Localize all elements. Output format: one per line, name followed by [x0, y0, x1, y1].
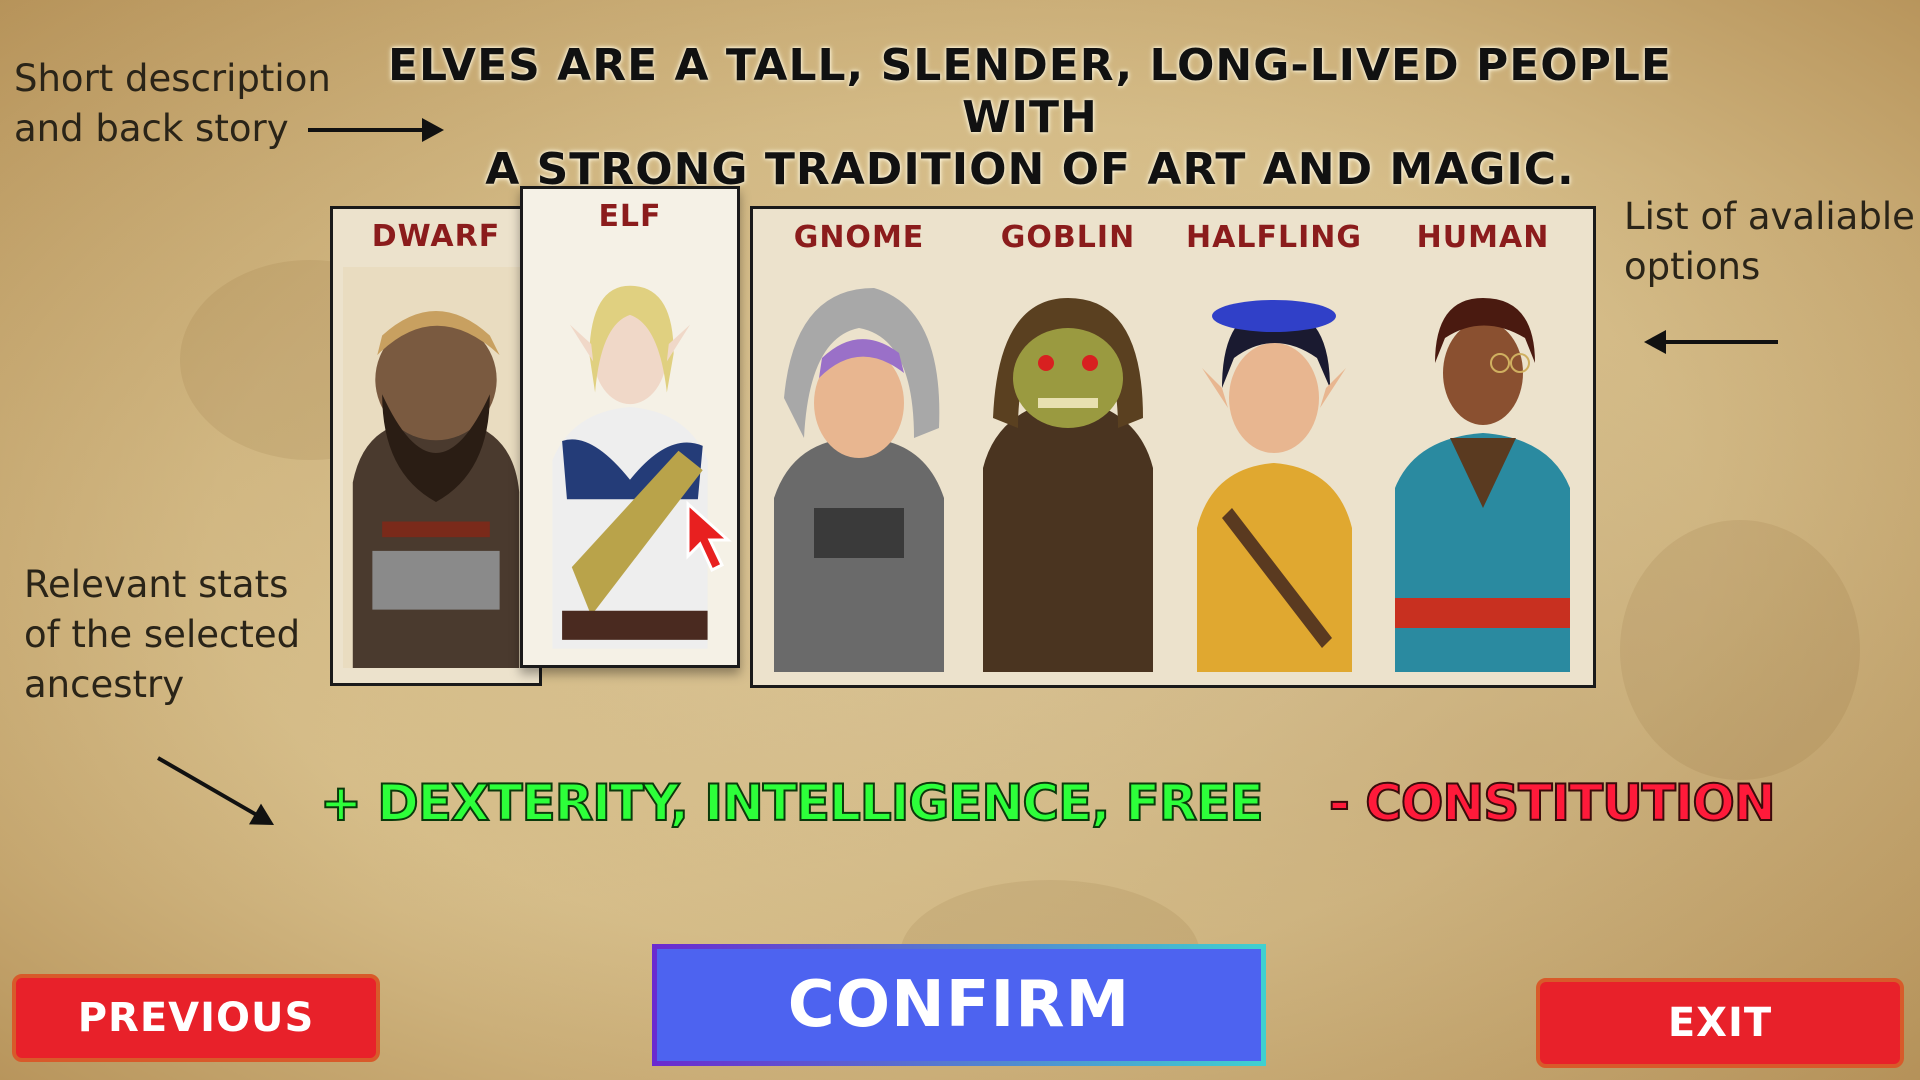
annotation-line: ancestry: [24, 663, 185, 706]
gnome-portrait: [764, 268, 954, 672]
ancestry-label: GNOME: [793, 220, 925, 255]
ancestry-card-dwarf[interactable]: DWARF: [330, 206, 542, 686]
ancestry-label: GOBLIN: [1000, 220, 1136, 255]
dwarf-portrait: [343, 267, 529, 669]
ancestry-card-gnome[interactable]: GNOME: [754, 210, 964, 682]
annotation-line: List of avaliable: [1624, 195, 1915, 238]
description-line: Elves are a tall, slender, long-lived pe…: [388, 40, 1672, 143]
annotation-description: Short description and back story: [14, 54, 331, 154]
annotation-line: of the selected: [24, 613, 301, 656]
ancestry-card-elf[interactable]: ELF: [520, 186, 740, 668]
parchment-stain: [1620, 520, 1860, 780]
exit-button[interactable]: EXIT: [1536, 978, 1904, 1068]
halfling-portrait: [1182, 268, 1366, 672]
arrow-left-icon: [1644, 330, 1778, 354]
goblin-portrait: [978, 268, 1158, 672]
annotation-line: Short description: [14, 57, 331, 100]
confirm-button[interactable]: CONFIRM: [652, 944, 1266, 1066]
annotation-line: options: [1624, 245, 1761, 288]
ancestry-description: Elves are a tall, slender, long-lived pe…: [360, 40, 1700, 196]
stat-penalties: - CONSTITUTION: [1328, 773, 1777, 833]
stat-bonuses: + DEXTERITY, INTELLIGENCE, FREE: [319, 773, 1265, 833]
ancestry-label: ELF: [598, 199, 662, 234]
ancestry-label: DWARF: [371, 219, 501, 254]
ancestry-card-human[interactable]: HUMAN: [1380, 210, 1586, 682]
annotation-line: and back story: [14, 107, 289, 150]
ancestry-card-goblin[interactable]: GOBLIN: [968, 210, 1168, 682]
annotation-stats: Relevant stats of the selected ancestry: [24, 560, 300, 710]
mouse-cursor-icon: [686, 500, 732, 573]
annotation-line: Relevant stats: [24, 563, 289, 606]
annotation-options: List of avaliable options: [1624, 192, 1915, 292]
ancestry-stats: + DEXTERITY, INTELLIGENCE, FREE - CONSTI…: [319, 768, 1777, 838]
arrow-down-right-icon: [157, 756, 262, 819]
ancestry-label: HUMAN: [1416, 220, 1550, 255]
ancestry-card-halfling[interactable]: HALFLING: [1172, 210, 1376, 682]
human-portrait: [1390, 268, 1576, 672]
elf-portrait: [533, 247, 727, 649]
ancestry-label: HALFLING: [1186, 220, 1362, 255]
previous-button[interactable]: PREVIOUS: [12, 974, 380, 1062]
